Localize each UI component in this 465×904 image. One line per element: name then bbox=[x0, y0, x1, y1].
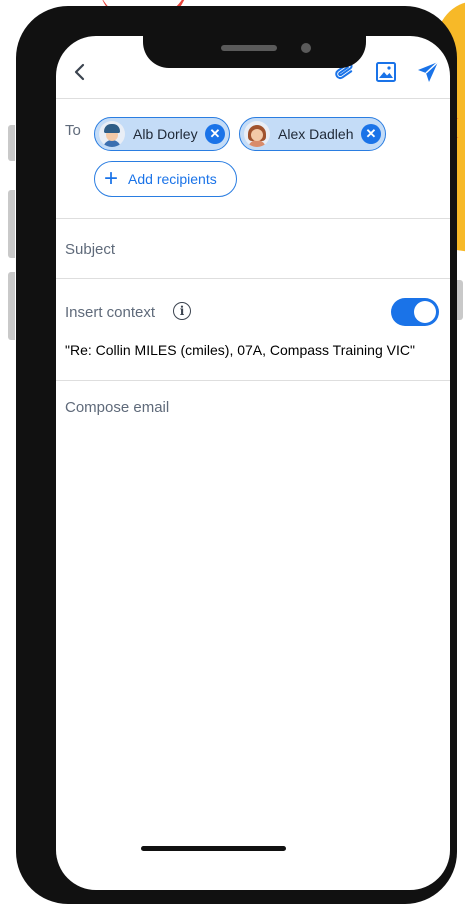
phone-camera bbox=[301, 43, 311, 53]
info-icon[interactable]: i bbox=[173, 302, 191, 320]
insert-context-label: Insert context bbox=[65, 304, 156, 321]
recipient-chip[interactable]: Alex Dadleh ✕ bbox=[239, 117, 386, 151]
divider bbox=[56, 218, 450, 219]
add-recipients-button[interactable]: + Add recipients bbox=[94, 161, 237, 197]
divider bbox=[56, 278, 450, 279]
divider bbox=[56, 380, 450, 381]
insert-context-toggle[interactable] bbox=[391, 298, 439, 326]
avatar-male-icon bbox=[99, 121, 125, 147]
phone-notch bbox=[143, 34, 366, 68]
toggle-knob bbox=[414, 301, 436, 323]
avatar-female-icon bbox=[244, 121, 270, 147]
phone-frame: To Alb Dorley ✕ Alex Dadleh ✕ + Add reci… bbox=[16, 6, 457, 904]
phone-volume-up-button bbox=[8, 190, 15, 258]
home-indicator bbox=[141, 846, 286, 851]
divider bbox=[56, 98, 450, 99]
close-icon[interactable]: ✕ bbox=[361, 124, 381, 144]
context-value: "Re: Collin MILES (cmiles), 07A, Compass… bbox=[65, 342, 415, 358]
compose-email-screen: To Alb Dorley ✕ Alex Dadleh ✕ + Add reci… bbox=[56, 36, 450, 890]
phone-power-button bbox=[456, 280, 463, 320]
send-icon[interactable] bbox=[416, 60, 440, 84]
subject-field[interactable]: Subject bbox=[65, 241, 115, 258]
add-recipients-label: Add recipients bbox=[128, 171, 217, 187]
close-icon[interactable]: ✕ bbox=[205, 124, 225, 144]
recipient-name: Alex Dadleh bbox=[278, 126, 354, 142]
compose-email-field[interactable]: Compose email bbox=[65, 399, 169, 416]
recipient-chip[interactable]: Alb Dorley ✕ bbox=[94, 117, 230, 151]
image-icon[interactable] bbox=[374, 60, 398, 84]
phone-speaker bbox=[221, 45, 277, 51]
plus-icon: + bbox=[104, 165, 119, 192]
phone-mute-switch bbox=[8, 125, 15, 161]
to-label: To bbox=[65, 122, 81, 139]
phone-volume-down-button bbox=[8, 272, 15, 340]
recipient-name: Alb Dorley bbox=[133, 126, 198, 142]
chevron-left-icon[interactable] bbox=[68, 60, 92, 84]
